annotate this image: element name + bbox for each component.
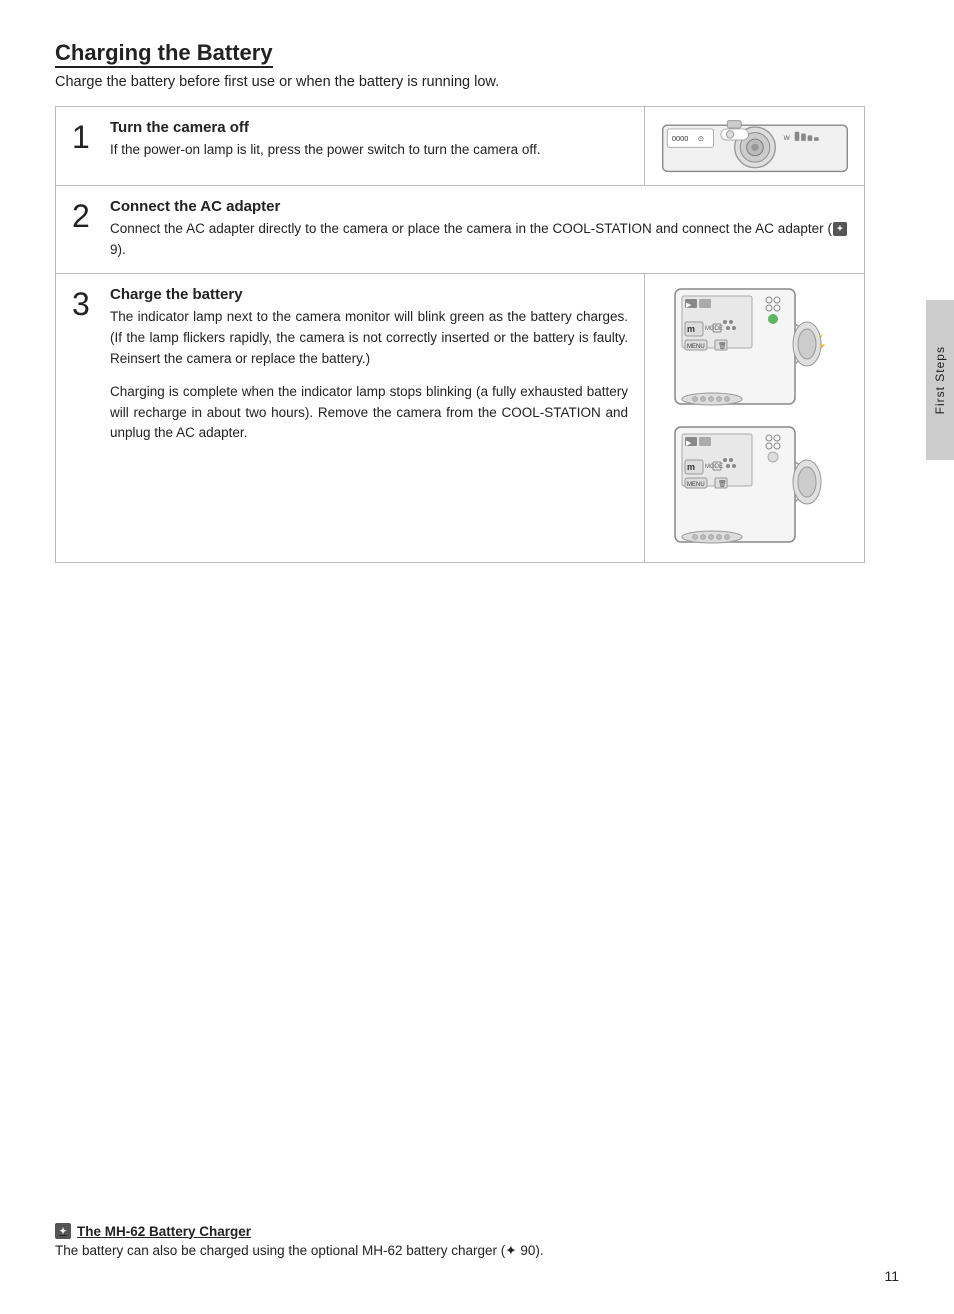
step-3-body1: The indicator lamp next to the camera mo… [110, 307, 628, 370]
page-subtitle: Charge the battery before first use or w… [55, 74, 865, 90]
step-3-box: 3 Charge the battery The indicator lamp … [55, 274, 865, 563]
footer-ref-icon: ✦ [55, 1223, 71, 1239]
svg-text:⊙: ⊙ [697, 134, 703, 143]
svg-text:m: m [687, 462, 695, 472]
sidebar-label: First Steps [926, 300, 954, 460]
step-3-number: 3 [72, 288, 100, 550]
svg-text:▶: ▶ [686, 440, 692, 447]
step-3-images: ▶ m MODE MENU 🗑 [644, 274, 864, 562]
step-2-body: Connect the AC adapter directly to the c… [110, 219, 848, 261]
step-2-number: 2 [72, 200, 100, 261]
step-2-heading: Connect the AC adapter [110, 198, 848, 215]
svg-text:MODE: MODE [705, 464, 723, 470]
footer-note: ✦ The MH-62 Battery Charger The battery … [55, 1223, 874, 1259]
svg-text:0000: 0000 [671, 134, 687, 143]
svg-text:MODE: MODE [705, 326, 723, 332]
step2-ref: ✦ [833, 222, 847, 236]
step-1-image: 0000 ⊙ W [644, 107, 864, 185]
svg-text:🗑: 🗑 [718, 479, 727, 488]
page-number: 11 [884, 1268, 899, 1284]
page-title: Charging the Battery [55, 40, 273, 68]
step-1-body: If the power-on lamp is lit, press the p… [110, 140, 628, 161]
svg-text:m: m [687, 324, 695, 334]
step-1-box: 1 Turn the camera off If the power-on la… [55, 106, 865, 186]
step-2-box: 2 Connect the AC adapter Connect the AC … [55, 186, 865, 274]
step-3-heading: Charge the battery [110, 286, 628, 303]
svg-text:🗑: 🗑 [718, 341, 727, 350]
footer-note-title: ✦ The MH-62 Battery Charger [55, 1223, 874, 1239]
step-3-body2: Charging is complete when the indicator … [110, 382, 628, 445]
svg-text:W: W [783, 135, 790, 142]
step-1-heading: Turn the camera off [110, 119, 628, 136]
svg-text:MENU: MENU [687, 482, 705, 488]
step-1-number: 1 [72, 121, 100, 173]
svg-text:▶: ▶ [686, 302, 692, 309]
footer-note-body: The battery can also be charged using th… [55, 1243, 874, 1259]
svg-text:MENU: MENU [687, 344, 705, 350]
footer-ref: ✦ [505, 1243, 516, 1258]
